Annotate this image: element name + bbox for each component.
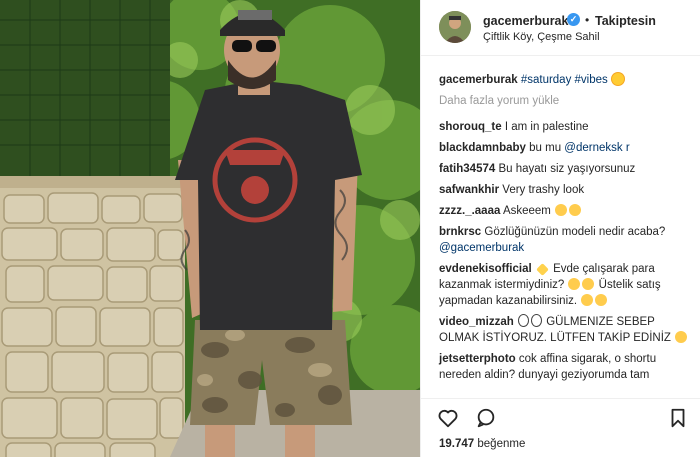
comment: jetsetterphoto cok affina sigarak, o sho… [439, 351, 693, 383]
comment-mention[interactable]: @gacemerburak [439, 242, 524, 254]
comment-text: Gözlüğünüzün modeli nedir acaba? [484, 226, 666, 238]
load-more-comments-button[interactable]: Daha fazla yorum yükle [439, 93, 693, 109]
likes-count[interactable]: 19.747 beğenme [439, 438, 525, 450]
caption: gacemerburak #saturday #vibes [439, 72, 693, 88]
comment-username[interactable]: blackdamnbaby [439, 142, 526, 154]
comment-username[interactable]: brnkrsc [439, 226, 481, 238]
comment-mention[interactable]: @derneksk r [564, 142, 629, 154]
comment: zzzz._.aaaa Askeeem [439, 203, 693, 219]
likes-number: 19.747 [439, 438, 475, 450]
scream-emoji-icon [582, 278, 595, 290]
bookmark-icon[interactable] [667, 407, 689, 429]
comment-text: I am in palestine [504, 121, 589, 133]
eyes-emoji-icon [530, 314, 542, 327]
comment: brnkrsc Gözlüğünüzün modeli nedir acaba?… [439, 224, 693, 256]
heart-icon[interactable] [437, 407, 459, 429]
caption-username[interactable]: gacemerburak [439, 74, 518, 86]
scream-emoji-icon [595, 294, 608, 306]
comments-list: gacemerburak #saturday #vibes Daha fazla… [439, 72, 693, 388]
comment-username[interactable]: fatih34574 [439, 163, 495, 175]
avatar[interactable] [439, 11, 471, 43]
avatar-image [439, 11, 471, 43]
photo-illustration [0, 0, 420, 457]
post-username[interactable]: gacemerburak [483, 14, 568, 28]
post-location[interactable]: Çiftlik Köy, Çeşme Sahil [483, 31, 600, 43]
post-photo[interactable] [0, 0, 420, 457]
comment-username[interactable]: evdenekisofficial [439, 263, 532, 275]
post-side-panel: gacemerburak ✓ • Takiptesin Çiftlik Köy,… [420, 0, 700, 457]
comment-username[interactable]: safwankhir [439, 184, 499, 196]
scream-emoji-icon [581, 294, 594, 306]
post-header: gacemerburak ✓ • Takiptesin Çiftlik Köy,… [421, 0, 700, 56]
heart-eyes-emoji-icon [555, 204, 568, 216]
comment: video_mizzah GÜLMENIZE SEBEP OLMAK İSTİY… [439, 314, 693, 346]
post-actions-bar [421, 398, 700, 434]
verified-icon: ✓ [567, 13, 580, 26]
comment-text: bu mu [529, 142, 565, 154]
separator-dot: • [585, 13, 590, 27]
comment-text: Askeeem [502, 205, 551, 217]
eyes-emoji-icon [517, 314, 529, 327]
comment-username[interactable]: video_mizzah [439, 316, 514, 328]
likes-label: beğenme [477, 438, 526, 450]
comment-username[interactable]: shorouq_te [439, 121, 502, 133]
sunglasses-emoji-icon [675, 331, 688, 343]
comment-username[interactable]: zzzz._.aaaa [439, 205, 500, 217]
following-button[interactable]: Takiptesin [595, 14, 656, 28]
comment: fatih34574 Bu hayatı siz yaşıyorsunuz [439, 161, 693, 177]
comment: blackdamnbaby bu mu @derneksk r [439, 140, 693, 156]
comment: evdenekisofficial Evde çalışarak para ka… [439, 261, 693, 309]
comment-username[interactable]: jetsetterphoto [439, 353, 516, 365]
sparkle-emoji-icon [536, 263, 549, 276]
comment-icon[interactable] [475, 407, 497, 429]
comment: shorouq_te I am in palestine [439, 119, 693, 135]
comment-text: Bu hayatı siz yaşıyorsunuz [498, 163, 636, 175]
comment: safwankhir Very trashy look [439, 182, 693, 198]
scream-emoji-icon [568, 278, 581, 290]
heart-eyes-emoji-icon [569, 204, 582, 216]
caption-hashtags[interactable]: #saturday #vibes [521, 74, 608, 86]
comment-text: Very trashy look [502, 184, 585, 196]
sun-emoji-icon [611, 73, 624, 85]
